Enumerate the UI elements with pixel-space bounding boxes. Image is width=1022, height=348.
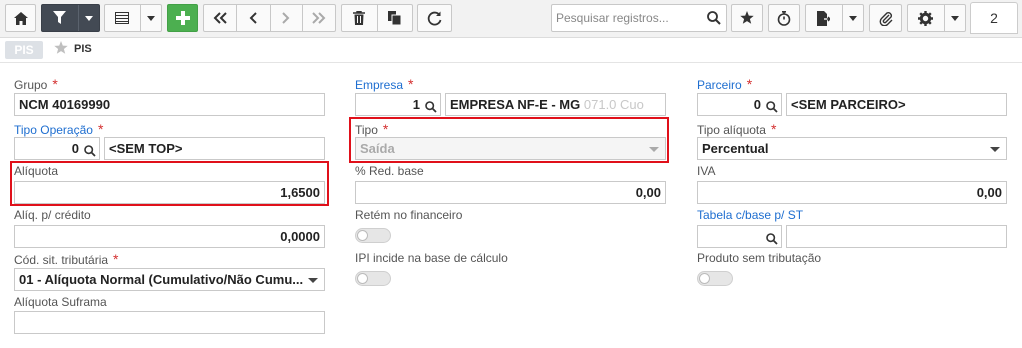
refresh-icon [427, 11, 442, 25]
file-export-icon [806, 10, 842, 26]
cod-sit-tributaria-label: Cód. sit. tributária * [14, 251, 119, 267]
cod-sit-tributaria-select[interactable]: 01 - Alíquota Normal (Cumulativo/Não Cum… [14, 268, 325, 291]
tipo-highlight [349, 117, 669, 163]
chevron-down-icon[interactable] [945, 15, 965, 21]
search-input[interactable] [552, 5, 702, 31]
record-actions-group [341, 4, 413, 32]
grid-view-button[interactable] [104, 4, 162, 32]
chevron-left-icon [249, 12, 258, 24]
toggle-knob [357, 230, 368, 241]
iva-label: IVA [697, 164, 716, 178]
chevron-down-icon [990, 147, 1000, 152]
retem-financeiro-toggle[interactable] [355, 228, 391, 243]
star-icon[interactable] [54, 41, 68, 60]
search-box [551, 4, 727, 32]
chevron-down-icon[interactable] [843, 15, 863, 21]
ipi-base-calculo-toggle[interactable] [355, 271, 391, 286]
stopwatch-icon [777, 10, 791, 26]
star-icon [740, 11, 754, 24]
parceiro-label[interactable]: Parceiro * [697, 76, 752, 92]
parceiro-name-field: <SEM PARCEIRO> [786, 93, 1007, 116]
gear-icon [908, 10, 944, 26]
grupo-field[interactable]: NCM 40169990 [14, 93, 325, 116]
trash-icon [353, 11, 366, 25]
table-icon [105, 12, 140, 24]
aliq-credito-field[interactable]: 0,0000 [14, 225, 325, 248]
home-icon [13, 11, 28, 25]
chevron-right-icon [282, 12, 290, 24]
ipi-base-calculo-label: IPI incide na base de cálculo [355, 251, 508, 265]
toolbar: 2 [0, 0, 1022, 38]
navigation-group [203, 4, 336, 32]
refresh-button[interactable] [417, 4, 452, 32]
plus-icon [175, 11, 190, 25]
red-base-label: % Red. base [355, 164, 424, 178]
add-button[interactable] [167, 4, 198, 32]
tipo-aliquota-select[interactable]: Percentual [697, 137, 1007, 160]
produto-sem-tributacao-toggle[interactable] [697, 271, 733, 286]
empresa-name-field: EMPRESA NF-E - MG 071.0 Cuo [445, 93, 666, 116]
search-icon[interactable] [425, 98, 437, 115]
tipo-aliquota-label: Tipo alíquota * [697, 121, 777, 137]
aliquota-suframa-label: Alíquota Suframa [14, 295, 107, 309]
duplicate-button[interactable] [377, 11, 412, 25]
tipo-operacao-label[interactable]: Tipo Operação * [14, 121, 103, 137]
chevron-down-icon[interactable] [79, 15, 99, 21]
aliq-credito-label: Alíq. p/ crédito [14, 208, 91, 222]
toggle-knob [699, 273, 710, 284]
search-icon[interactable] [766, 98, 778, 115]
empresa-code-field[interactable]: 1 [355, 93, 441, 116]
retem-financeiro-label: Retém no financeiro [355, 208, 463, 222]
double-chevron-left-icon [213, 12, 227, 24]
tipo-operacao-code-field[interactable]: 0 [14, 137, 100, 160]
grupo-label: Grupo * [14, 76, 58, 92]
tabela-base-st-name-field [786, 225, 1007, 248]
iva-field[interactable]: 0,00 [697, 181, 1007, 204]
red-base-field[interactable]: 0,00 [355, 181, 666, 204]
tabela-base-st-code-field[interactable] [697, 225, 782, 248]
tab-bar: PIS PIS [0, 38, 1022, 63]
chevron-down-icon[interactable] [141, 15, 161, 21]
attachments-button[interactable] [869, 4, 902, 32]
double-chevron-right-icon [312, 12, 326, 24]
timer-button[interactable] [768, 4, 800, 32]
delete-button[interactable] [342, 11, 377, 25]
search-icon[interactable] [84, 142, 96, 159]
tabela-base-st-label[interactable]: Tabela c/base p/ ST [697, 208, 803, 222]
search-icon[interactable] [707, 11, 721, 30]
page-number[interactable]: 2 [970, 2, 1018, 34]
favorites-button[interactable] [731, 4, 763, 32]
empresa-label[interactable]: Empresa * [355, 76, 413, 92]
tab-pis[interactable]: PIS [5, 41, 43, 59]
last-record-button[interactable] [303, 12, 335, 24]
first-record-button[interactable] [204, 12, 236, 24]
report-button[interactable] [805, 4, 864, 32]
paperclip-icon [879, 11, 892, 26]
produto-sem-tributacao-label: Produto sem tributação [697, 251, 822, 265]
parceiro-code-field[interactable]: 0 [697, 93, 782, 116]
chevron-down-icon [308, 278, 318, 283]
settings-button[interactable] [907, 4, 966, 32]
tipo-operacao-name-field: <SEM TOP> [104, 137, 325, 160]
aliquota-highlight [10, 161, 329, 206]
filter-icon [42, 11, 78, 25]
previous-record-button[interactable] [237, 12, 269, 24]
search-icon[interactable] [766, 230, 778, 247]
filter-button[interactable] [41, 4, 100, 32]
next-record-button[interactable] [270, 12, 301, 24]
aliquota-suframa-field[interactable] [14, 311, 325, 334]
home-button[interactable] [5, 4, 36, 32]
copy-icon [388, 11, 402, 25]
breadcrumb: PIS [74, 43, 92, 55]
toggle-knob [357, 273, 368, 284]
